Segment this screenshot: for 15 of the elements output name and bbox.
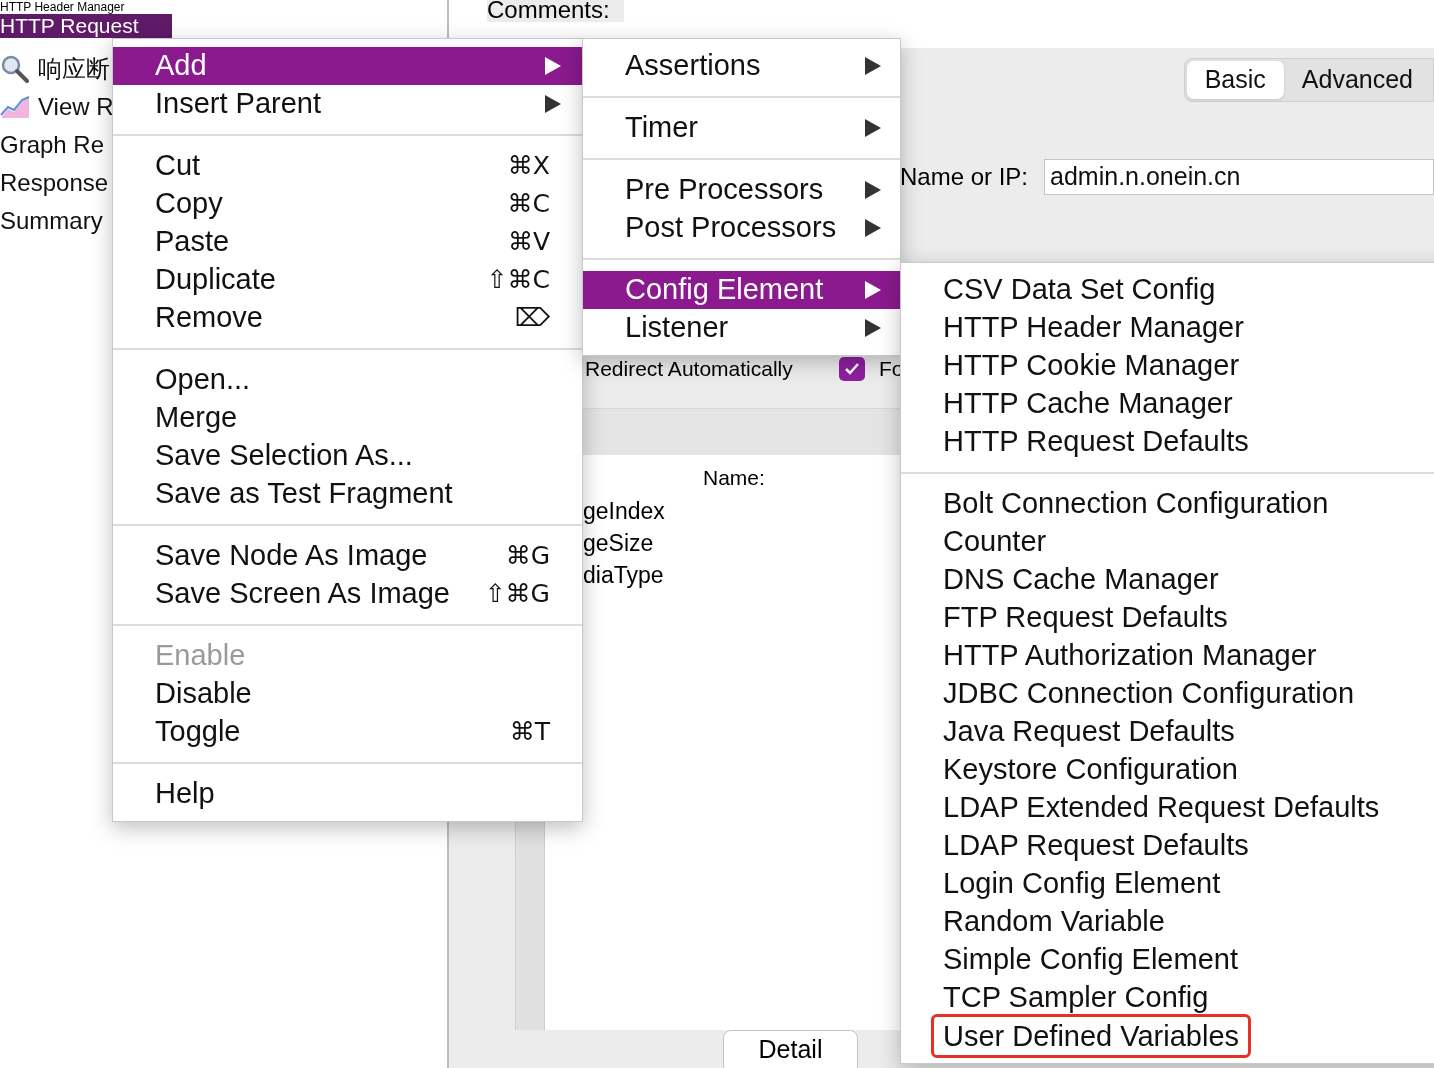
column-header: Name: bbox=[702, 465, 766, 492]
shortcut-label: ⌘V bbox=[507, 226, 550, 259]
table-cell-text: geSize bbox=[583, 529, 654, 558]
shortcut-label: ⌦ bbox=[514, 302, 550, 335]
table-cell-text: geIndex bbox=[583, 497, 665, 526]
shortcut-label: ⌘C bbox=[507, 188, 550, 221]
shortcut-label: ⌘G bbox=[505, 540, 550, 573]
shortcut-label: ⌘T bbox=[509, 716, 550, 749]
comments-label: Comments: bbox=[487, 0, 624, 22]
shortcut-label: ⌘X bbox=[507, 150, 550, 183]
checkbox-label: Redirect Automatically bbox=[585, 356, 794, 383]
server-label: Name or IP: bbox=[900, 162, 1029, 192]
table-cell-text: diaType bbox=[583, 561, 664, 590]
shortcut-label: ⇧⌘G bbox=[484, 578, 550, 611]
shortcut-label: ⇧⌘C bbox=[486, 264, 550, 297]
